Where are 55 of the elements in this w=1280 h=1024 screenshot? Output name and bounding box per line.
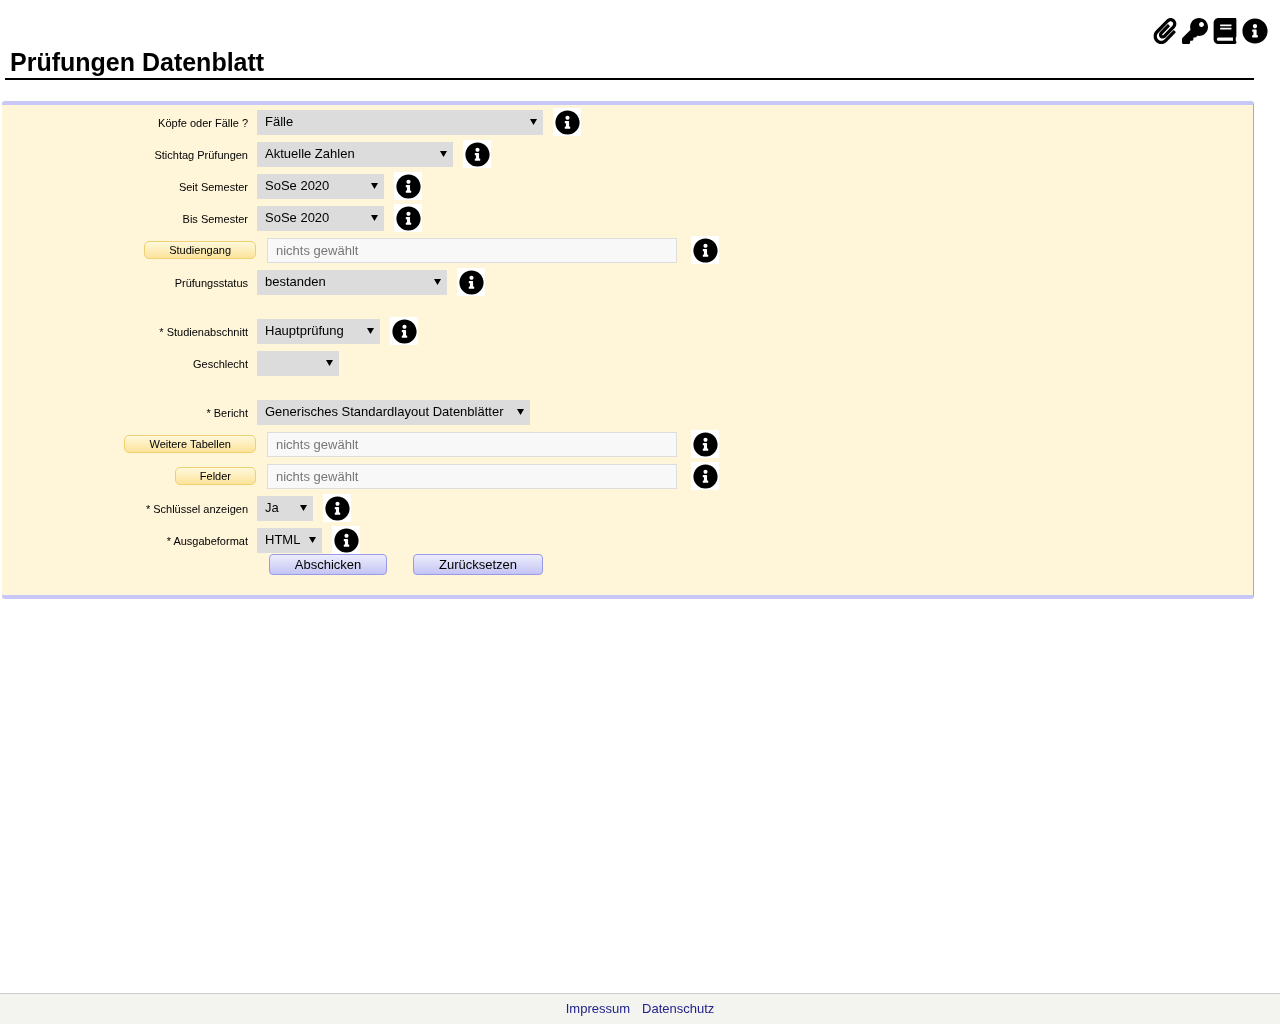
footer-link[interactable]: Impressum (565, 999, 630, 1019)
info-icon[interactable] (691, 236, 719, 264)
info-icon[interactable] (691, 430, 719, 458)
field-label: Prüfungsstatus (174, 277, 248, 289)
dropdown[interactable]: Hauptprüfung (257, 318, 380, 344)
caret-icon (326, 360, 333, 366)
info-icon[interactable] (553, 108, 581, 136)
info-icon[interactable] (394, 172, 422, 200)
field-label: * Ausgabeformat (166, 535, 248, 547)
field-label: Stichtag Prüfungen (154, 149, 248, 161)
caret-icon (530, 119, 537, 125)
key-icon[interactable] (1182, 18, 1208, 44)
input-field[interactable]: nichts gewählt (267, 463, 677, 489)
picker-button[interactable]: Studiengang (144, 241, 256, 259)
picker-button[interactable]: Weitere Tabellen (124, 435, 256, 453)
form-button[interactable]: Abschicken (269, 554, 387, 575)
dropdown[interactable]: Aktuelle Zahlen (257, 141, 453, 167)
dropdown[interactable]: SoSe 2020 (257, 205, 384, 231)
field-label: * Bericht (206, 407, 248, 419)
paperclip-icon[interactable] (1152, 18, 1178, 44)
dropdown[interactable]: Fälle (257, 109, 543, 135)
input-field[interactable]: nichts gewählt (267, 237, 677, 263)
field-label: * Schlüssel anzeigen (145, 503, 248, 515)
info-icon[interactable] (691, 462, 719, 490)
caret-icon (371, 183, 378, 189)
info-icon[interactable] (323, 494, 351, 522)
info-icon[interactable] (390, 317, 418, 345)
book-icon[interactable] (1212, 18, 1238, 44)
field-label: Seit Semester (178, 181, 248, 193)
caret-icon (309, 537, 316, 543)
footer-link[interactable]: Datenschutz (642, 999, 715, 1019)
dropdown[interactable]: HTML (257, 527, 322, 553)
page-title: Prüfungen Datenblatt (10, 47, 266, 78)
input-field[interactable]: nichts gewählt (267, 431, 677, 457)
field-label: Bis Semester (182, 213, 248, 225)
caret-icon (517, 409, 524, 415)
caret-icon (434, 279, 441, 285)
dropdown[interactable]: bestanden (257, 269, 447, 295)
info-icon[interactable] (463, 140, 491, 168)
caret-icon (440, 151, 447, 157)
form-button[interactable]: Zurücksetzen (413, 554, 543, 575)
caret-icon (371, 215, 378, 221)
dropdown[interactable]: Ja (257, 495, 313, 521)
info-icon[interactable] (394, 204, 422, 232)
caret-icon (300, 505, 307, 511)
info-icon[interactable] (1242, 18, 1268, 44)
dropdown[interactable]: Generisches Standardlayout Datenblätter (257, 399, 530, 425)
dropdown[interactable]: SoSe 2020 (257, 173, 384, 199)
caret-icon (367, 328, 374, 334)
picker-button[interactable]: Felder (174, 467, 256, 485)
info-icon[interactable] (332, 526, 360, 554)
field-label: Köpfe oder Fälle ? (158, 117, 248, 129)
field-label: Geschlecht (192, 358, 248, 370)
field-label: * Studienabschnitt (159, 326, 248, 338)
info-icon[interactable] (457, 268, 485, 296)
